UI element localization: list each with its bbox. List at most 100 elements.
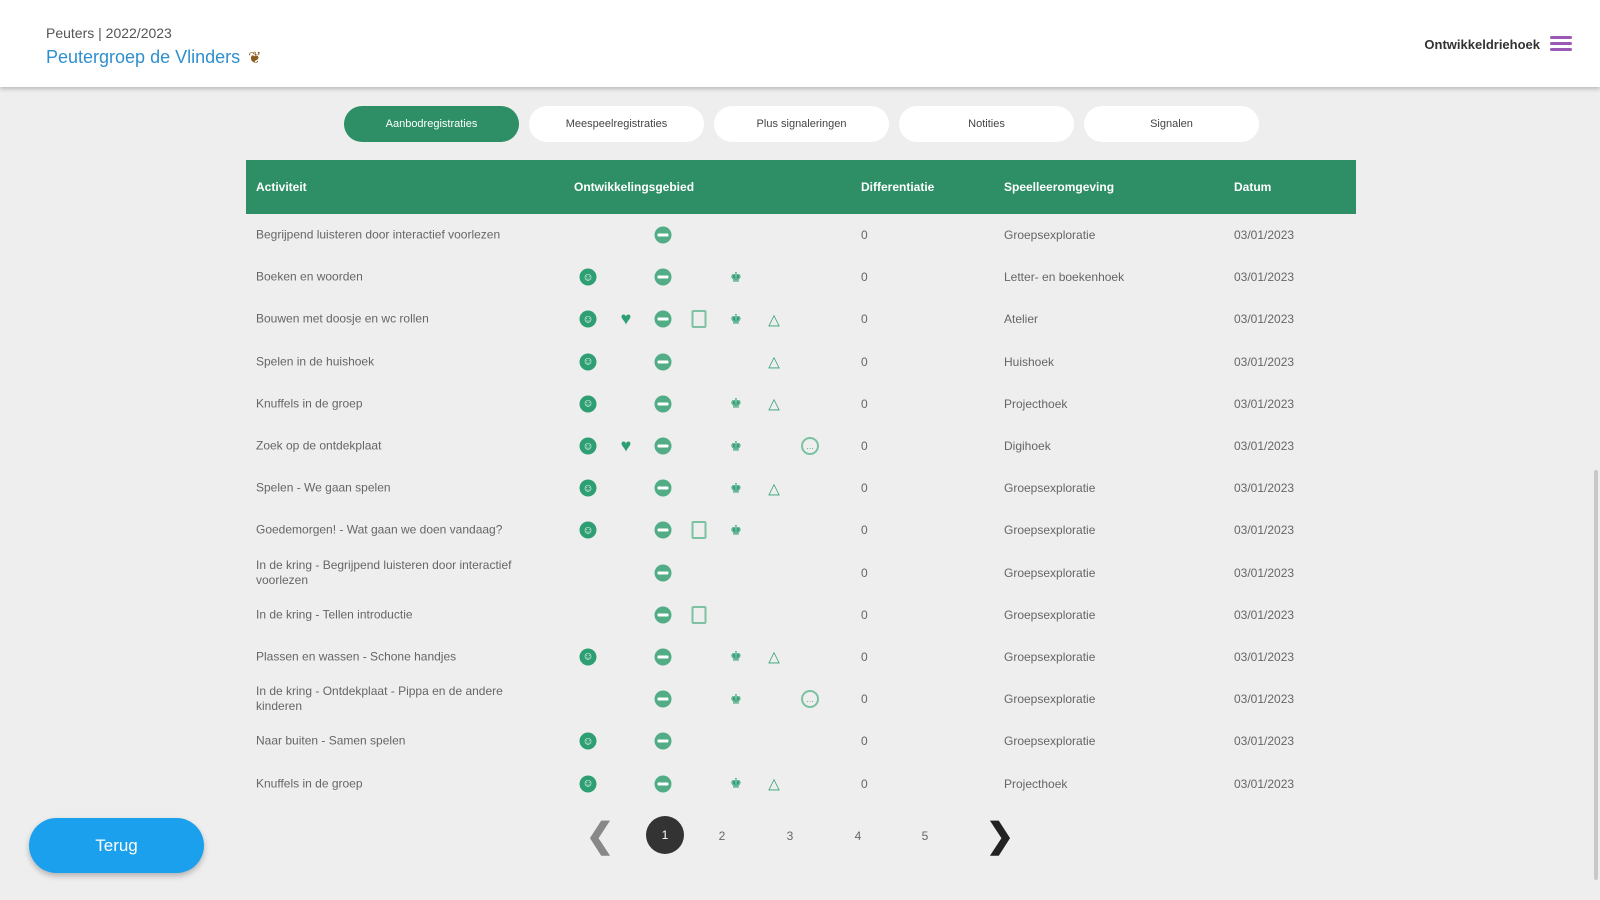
activity-cell: In de kring - Ontdekplaat - Pippa en de … xyxy=(256,684,503,714)
table-row[interactable]: In de kring - Ontdekplaat - Pippa en de … xyxy=(246,678,1356,720)
tab-notities[interactable]: Notities xyxy=(899,106,1074,142)
table-row[interactable]: Boeken en woorden ☺ ♚ 0 Letter- en boekenhoe… xyxy=(246,256,1356,298)
table-row[interactable]: Spelen - We gaan spelen ☺ ♚ △ 0 Groepsexplora… xyxy=(246,467,1356,509)
table-row[interactable]: Knuffels in de groep ☺ ♚ △ 0 Projecthoek 03/01… xyxy=(246,383,1356,425)
table-row[interactable]: In de kring - Tellen introductie 0 Groepse… xyxy=(246,594,1356,636)
people-icon: ♚ xyxy=(730,395,742,411)
group-title: Peutergroep de Vlinders ❦ xyxy=(46,47,262,68)
environment-cell: Groepsexploratie xyxy=(1004,734,1096,749)
table-row[interactable]: Spelen in de huishoek ☺ △ 0 Huishoek 03/01/20… xyxy=(246,341,1356,383)
differentiation-cell: 0 xyxy=(861,354,868,369)
chat-bubble-icon: … xyxy=(801,690,819,709)
page-1-button[interactable]: 1 xyxy=(646,816,684,854)
differentiation-cell: 0 xyxy=(861,481,868,496)
people-icon: ♚ xyxy=(730,775,742,791)
scrollbar-thumb[interactable] xyxy=(1594,470,1598,880)
speech-icon xyxy=(654,479,672,497)
activity-cell: Naar buiten - Samen spelen xyxy=(256,733,406,748)
heart-icon: ♥ xyxy=(620,308,632,329)
speech-icon xyxy=(654,564,672,582)
table-header: Activiteit Ontwikkelingsgebied Different… xyxy=(246,160,1356,214)
document-icon xyxy=(691,605,707,624)
date-cell: 03/01/2023 xyxy=(1234,734,1295,749)
back-button[interactable]: Terug xyxy=(29,818,204,873)
environment-cell: Atelier xyxy=(1004,312,1039,327)
triangle-icon: △ xyxy=(768,648,780,666)
triangle-icon: △ xyxy=(768,480,780,498)
table-row[interactable]: In de kring - Begrijpend luisteren door … xyxy=(246,552,1356,594)
tab-meespeelregistraties[interactable]: Meespeelregistraties xyxy=(529,106,704,142)
smiley-icon: ☺ xyxy=(579,775,597,793)
col-date-header[interactable]: Datum xyxy=(1234,180,1271,194)
smiley-icon: ☺ xyxy=(579,732,597,750)
tab-signalen[interactable]: Signalen xyxy=(1084,106,1259,142)
smiley-icon: ☺ xyxy=(579,310,597,328)
differentiation-cell: 0 xyxy=(861,312,868,327)
document-icon xyxy=(691,310,707,329)
col-activity-header[interactable]: Activiteit xyxy=(256,180,307,194)
triangle-icon: △ xyxy=(768,395,780,413)
ontwikkeldriehoek-label[interactable]: Ontwikkeldriehoek xyxy=(1424,37,1540,52)
date-cell: 03/01/2023 xyxy=(1234,312,1295,327)
tab-aanbodregistraties[interactable]: Aanbodregistraties xyxy=(344,106,519,142)
hamburger-menu-icon[interactable] xyxy=(1550,33,1572,55)
chevron-right-icon[interactable]: ❯ xyxy=(985,816,1015,856)
activity-cell: Zoek op de ontdekplaat xyxy=(256,438,382,453)
date-cell: 03/01/2023 xyxy=(1234,481,1295,496)
col-differentiation-header[interactable]: Differentiatie xyxy=(861,180,934,194)
environment-cell: Groepsexploratie xyxy=(1004,607,1096,622)
smiley-icon: ☺ xyxy=(579,521,597,539)
speech-icon xyxy=(654,521,672,539)
date-cell: 03/01/2023 xyxy=(1234,354,1295,369)
table-row[interactable]: Bouwen met doosje en wc rollen ☺ ♥ ♚ △ 0 Ateli… xyxy=(246,298,1356,340)
table-row[interactable]: Plassen en wassen - Schone handjes ☺ ♚ △ 0 Gr… xyxy=(246,636,1356,678)
table-row[interactable]: Goedemorgen! - Wat gaan we doen vandaag?… xyxy=(246,509,1356,551)
speech-icon xyxy=(654,775,672,793)
triangle-icon: △ xyxy=(768,311,780,329)
differentiation-cell: 0 xyxy=(861,692,868,707)
speech-icon xyxy=(654,690,672,708)
page-5-button[interactable]: 5 xyxy=(915,816,935,856)
page-2-button[interactable]: 2 xyxy=(712,816,732,856)
page-4-button[interactable]: 4 xyxy=(848,816,868,856)
differentiation-cell: 0 xyxy=(861,649,868,664)
smiley-icon: ☺ xyxy=(579,479,597,497)
activity-cell: Knuffels in de groep xyxy=(256,396,363,411)
table-body: Begrijpend luisteren door interactief vo… xyxy=(246,214,1356,805)
col-environment-header[interactable]: Speelleeromgeving xyxy=(1004,180,1114,194)
col-domain-header[interactable]: Ontwikkelingsgebied xyxy=(574,180,694,194)
differentiation-cell: 0 xyxy=(861,776,868,791)
speech-icon xyxy=(654,353,672,371)
chevron-left-icon[interactable]: ❮ xyxy=(585,816,615,856)
people-icon: ♚ xyxy=(730,311,742,327)
smiley-icon: ☺ xyxy=(579,437,597,455)
table-row[interactable]: Naar buiten - Samen spelen ☺ 0 Groepsexplor… xyxy=(246,720,1356,762)
heart-icon: ♥ xyxy=(620,435,632,456)
table-row[interactable]: Begrijpend luisteren door interactief vo… xyxy=(246,214,1356,256)
differentiation-cell: 0 xyxy=(861,228,868,243)
table-row[interactable]: Zoek op de ontdekplaat ☺ ♥ ♚ … 0 Digihoek 03/01… xyxy=(246,425,1356,467)
table-row[interactable]: Knuffels in de groep ☺ ♚ △ 0 Projecthoek 03/01… xyxy=(246,762,1356,804)
people-icon: ♚ xyxy=(730,522,742,538)
date-cell: 03/01/2023 xyxy=(1234,228,1295,243)
page-3-button[interactable]: 3 xyxy=(780,816,800,856)
differentiation-cell: 0 xyxy=(861,607,868,622)
speech-icon xyxy=(654,437,672,455)
activity-cell: In de kring - Tellen introductie xyxy=(256,607,413,622)
activity-cell: In de kring - Begrijpend luisteren door … xyxy=(256,557,512,587)
date-cell: 03/01/2023 xyxy=(1234,649,1295,664)
date-cell: 03/01/2023 xyxy=(1234,270,1295,285)
people-icon: ♚ xyxy=(730,648,742,664)
environment-cell: Groepsexploratie xyxy=(1004,481,1096,496)
people-icon: ♚ xyxy=(730,691,742,707)
date-cell: 03/01/2023 xyxy=(1234,565,1295,580)
environment-cell: Projecthoek xyxy=(1004,776,1068,791)
activity-cell: Begrijpend luisteren door interactief vo… xyxy=(256,227,501,242)
smiley-icon: ☺ xyxy=(579,268,597,286)
app-header: Peuters | 2022/2023 Peutergroep de Vlind… xyxy=(0,0,1600,87)
environment-cell: Projecthoek xyxy=(1004,396,1068,411)
differentiation-cell: 0 xyxy=(861,439,868,454)
tab-plus-signaleringen[interactable]: Plus signaleringen xyxy=(714,106,889,142)
speech-icon xyxy=(654,732,672,750)
activity-cell: Plassen en wassen - Schone handjes xyxy=(256,649,457,664)
